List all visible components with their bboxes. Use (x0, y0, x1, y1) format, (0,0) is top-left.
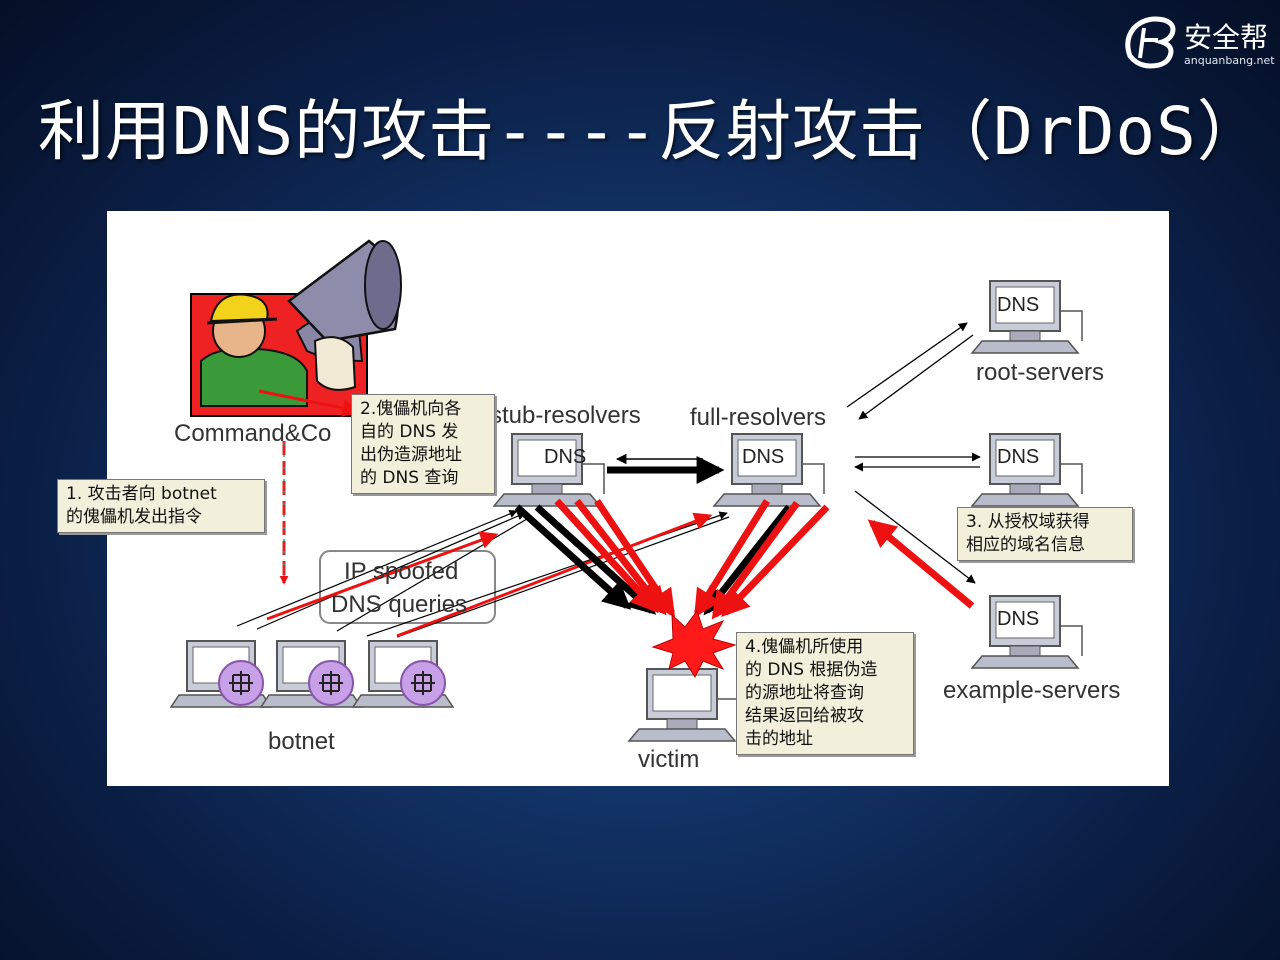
mid-dns-text: DNS (997, 446, 1039, 468)
full-resolvers-label: full-resolvers (690, 404, 826, 431)
root-servers-label: root-servers (976, 359, 1104, 386)
diagram-panel: Command&Co DNS stub-resolvers DNS full-r… (57, 211, 1169, 786)
bot-computer-3-icon (352, 640, 454, 708)
logo-name: 安全帮 (1184, 21, 1269, 54)
stub-resolvers-label: stub-resolvers (490, 402, 641, 429)
diagram-canvas: Command&Co DNS stub-resolvers DNS full-r… (170, 239, 1120, 773)
note-3: 3. 从授权域获得 相应的域名信息 (957, 507, 1133, 561)
root-server-computer-icon (971, 280, 1083, 354)
brand-logo: 安全帮 anquanbang.net (1120, 12, 1275, 70)
full-dns-text: DNS (742, 446, 784, 468)
command-label: Command&Co (174, 420, 331, 447)
logo-url: anquanbang.net (1184, 54, 1275, 67)
full-resolver-computer-icon (713, 433, 825, 507)
stub-resolver-computer-icon (493, 433, 605, 507)
note-1: 1. 攻击者向 botnet 的傀儡机发出指令 (57, 479, 265, 533)
botnet-label: botnet (268, 728, 335, 755)
logo-b-icon (1125, 16, 1176, 69)
mid-server-computer-icon (971, 433, 1083, 507)
root-dns-text: DNS (997, 294, 1039, 316)
impact-burst-icon (651, 609, 737, 679)
victim-computer-icon (628, 668, 740, 742)
note-4: 4.傀儡机所使用 的 DNS 根据伪造 的源地址将查询 结果返回给被攻 击的地址 (736, 632, 914, 755)
bot-computer-1-icon (170, 640, 272, 708)
example-dns-text: DNS (997, 608, 1039, 630)
victim-label: victim (638, 746, 699, 773)
example-servers-label: example-servers (943, 677, 1120, 704)
command-figure-icon (190, 239, 402, 417)
bot-computer-2-icon (260, 640, 362, 708)
stub-dns-text: DNS (544, 446, 586, 468)
note-2: 2.傀儡机向各 自的 DNS 发 出伪造源地址 的 DNS 查询 (351, 394, 495, 494)
example-server-computer-icon (971, 595, 1083, 669)
ip-spoofed-line2: DNS queries (331, 591, 468, 618)
ip-spoofed-line1: IP spoofed (344, 558, 459, 585)
page-title: 利用DNS的攻击----反射攻击（DrDoS） (38, 93, 1264, 170)
